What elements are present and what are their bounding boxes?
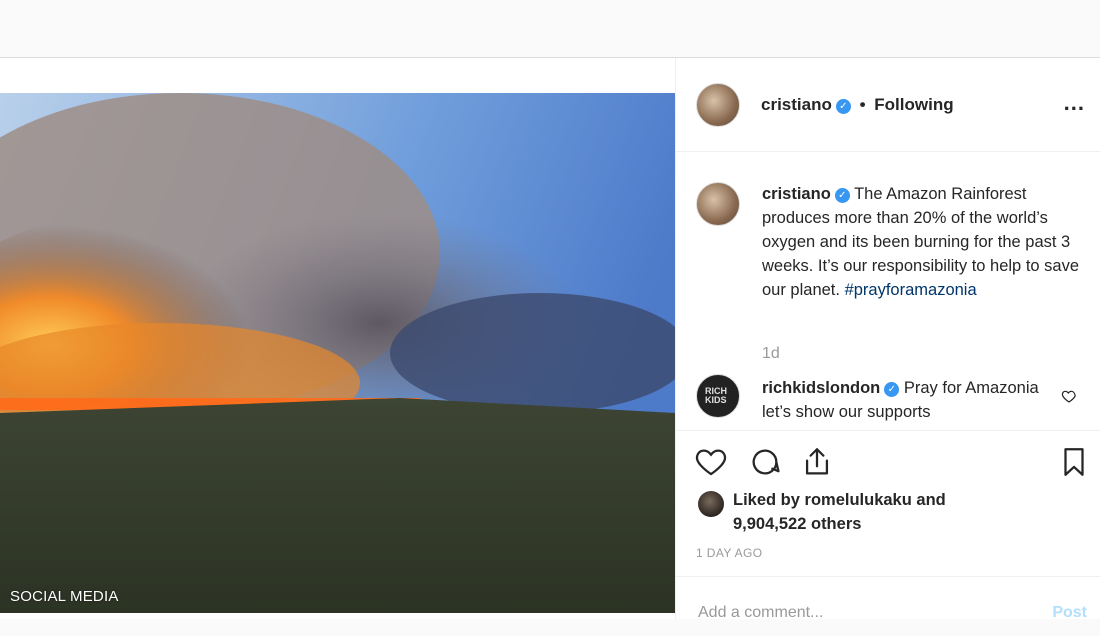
post-comment-button[interactable]: Post [1046,603,1093,623]
comment-icon[interactable] [748,445,782,479]
likes-prefix: Liked by [733,491,800,509]
caption-time: 1d [762,345,780,362]
more-options-icon[interactable]: ... [1064,90,1085,116]
post-timestamp: 1 DAY AGO [696,546,763,560]
avatar-logo-text: RICH KIDS [705,386,727,405]
commenter-username[interactable]: richkidslondon [762,379,880,397]
hashtag-link[interactable]: #prayforamazonia [845,281,977,299]
add-comment-input[interactable] [696,603,1016,623]
header-user-line: cristiano ✓ • Following [761,95,954,115]
author-avatar[interactable] [696,83,740,127]
caption-avatar[interactable] [696,182,740,226]
likes-summary: Liked by romelulukaku and 9,904,522 othe… [733,488,1033,536]
verified-badge-icon: ✓ [835,99,851,114]
comment-text: richkidslondon ✓ Pray for Amazonia let’s … [762,376,1052,424]
comments-section: cristiano ✓ The Amazon Rainforest produce… [676,152,1100,430]
caption-text: cristiano ✓ The Amazon Rainforest produce… [762,182,1082,302]
add-comment-bar: Post [676,576,1100,636]
liker-avatar[interactable] [698,491,724,517]
photo-pane: SOCIAL MEDIA [0,58,675,619]
commenter-avatar[interactable]: RICH KIDS [696,374,740,418]
caption-username[interactable]: cristiano [762,185,831,203]
post-sidebar: cristiano ✓ • Following ... cristiano ✓ Th… [675,58,1100,623]
watermark-label: SOCIAL MEDIA [10,588,119,605]
likes-count[interactable]: 9,904,522 others [733,515,861,533]
following-button[interactable]: Following [874,95,953,114]
author-username[interactable]: cristiano [761,95,832,114]
bookmark-icon[interactable] [1057,445,1091,479]
post-photo[interactable]: SOCIAL MEDIA [0,93,675,613]
separator-dot: • [859,95,866,114]
verified-badge-icon: ✓ [884,382,900,397]
post-header: cristiano ✓ • Following ... [676,58,1100,152]
likes-conjunction: and [916,491,946,509]
heart-icon[interactable] [694,445,728,479]
comment-like-icon[interactable] [1061,388,1077,404]
top-nav-bar [0,0,1100,58]
liker-username[interactable]: romelulukaku [805,491,912,509]
share-icon[interactable] [800,445,834,479]
wildfire-image [0,93,675,613]
verified-badge-icon: ✓ [834,188,850,203]
